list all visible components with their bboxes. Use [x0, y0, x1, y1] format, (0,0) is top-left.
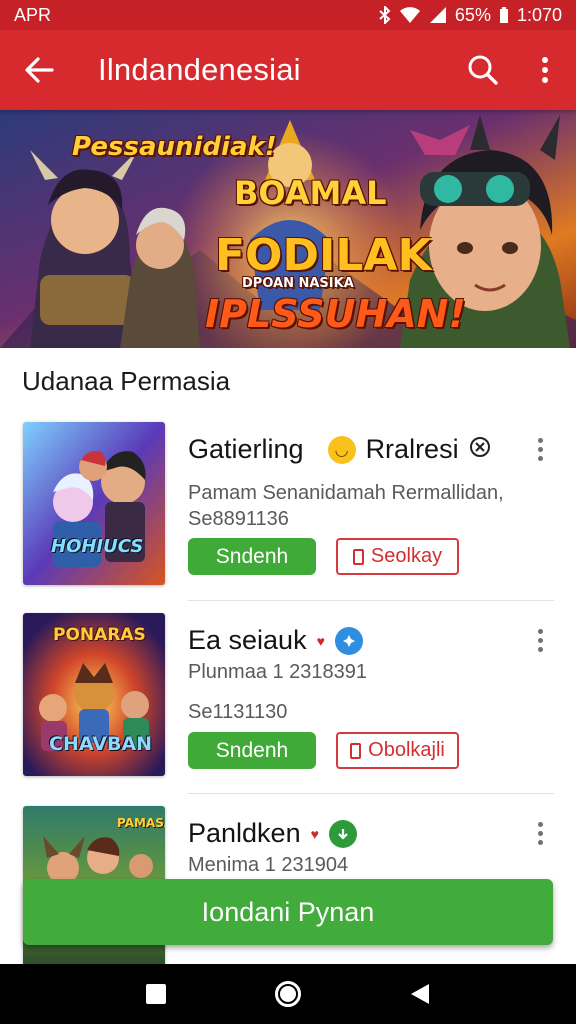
primary-action-button[interactable]: Iondani Pynan — [23, 879, 553, 945]
banner-text-bottom: IPLSSUHAN! — [205, 292, 466, 336]
game-thumbnail[interactable]: PONARAS CHAVBAN — [23, 613, 165, 776]
app-bar: Ilndandenesiai — [0, 30, 576, 110]
battery-label: 65% — [454, 4, 491, 25]
banner-text-mid1: BOAMAL — [234, 174, 387, 212]
close-circle-icon — [469, 434, 491, 465]
install-button[interactable]: Sndenh — [188, 538, 316, 575]
carrier-label: APR — [14, 4, 52, 25]
recent-apps-icon[interactable] — [136, 974, 176, 1014]
thumbnail-caption-top: PONARAS — [53, 625, 146, 645]
divider — [188, 600, 554, 601]
page-title: Ilndandenesiai — [98, 52, 301, 87]
download-badge-icon — [328, 819, 357, 848]
item-title-row: Gatierling ◡ Rralresi — [188, 434, 491, 465]
banner-text-mid2: FODILAK — [215, 230, 432, 281]
bell-icon — [350, 742, 362, 759]
item-description: Plunmaa 1 2318391 — [188, 661, 368, 683]
list-item[interactable]: PONARAS CHAVBAN Ea seiauk ♥ Plunmaa 1 23… — [0, 613, 576, 803]
game-thumbnail[interactable]: HOHIUCS — [23, 422, 165, 585]
battery-icon — [499, 6, 509, 24]
thumbnail-caption: HOHIUCS — [51, 536, 144, 557]
status-bar: APR 65% 1:070 — [0, 0, 576, 30]
item-title-row: Ea seiauk ♥ — [188, 625, 363, 656]
heart-icon: ♥ — [310, 825, 319, 842]
home-icon[interactable] — [268, 974, 308, 1014]
back-arrow-icon[interactable] — [0, 30, 78, 110]
banner-text-small: DPOAN NASIKA — [242, 276, 354, 291]
item-more-icon[interactable] — [528, 818, 552, 848]
clock: 1:070 — [516, 4, 562, 25]
follow-button[interactable]: Obolkajli — [336, 732, 459, 769]
install-button[interactable]: Sndenh — [188, 732, 316, 769]
search-icon[interactable] — [452, 30, 514, 110]
follow-button-label: Obolkajli — [368, 739, 445, 761]
item-name: Panldken — [188, 818, 301, 848]
item-description: Pamam Senanidamah Rermallidan, — [188, 482, 504, 504]
item-description: Menima 1 231904 — [188, 854, 349, 876]
wifi-icon — [399, 6, 421, 24]
banner-text-top: Pessaunidiak! — [72, 132, 277, 162]
item-name: Gatierling — [188, 434, 304, 464]
heart-icon: ♥ — [316, 632, 325, 649]
emoji-icon: ◡ — [327, 435, 356, 464]
list-item[interactable]: HOHIUCS Gatierling ◡ Rralresi Pamam Sena… — [0, 422, 576, 612]
section-title: Udanaa Permasia — [22, 366, 231, 396]
divider — [188, 793, 554, 794]
thumbnail-caption: CHAVBAN — [49, 733, 153, 755]
item-title-row: Panldken ♥ — [188, 818, 357, 849]
back-icon[interactable] — [400, 974, 440, 1014]
item-code: Se1131130 — [188, 701, 288, 723]
item-tag: Rralresi — [365, 434, 459, 464]
more-vert-icon[interactable] — [514, 30, 576, 110]
bell-icon — [352, 548, 364, 565]
item-name: Ea seiauk — [188, 625, 307, 655]
promo-banner[interactable]: Pessaunidiak! BOAMAL FODILAK DPOAN NASIK… — [0, 110, 576, 348]
verified-icon — [334, 626, 363, 655]
system-nav-bar — [0, 964, 576, 1024]
bluetooth-icon — [379, 6, 391, 24]
item-more-icon[interactable] — [528, 625, 552, 655]
signal-icon — [429, 6, 447, 24]
item-code: Se8891136 — [188, 508, 289, 530]
follow-button-label: Seolkay — [370, 545, 443, 567]
item-more-icon[interactable] — [528, 434, 552, 464]
thumbnail-caption: PAMASAB — [117, 816, 165, 830]
follow-button[interactable]: Seolkay — [336, 538, 459, 575]
